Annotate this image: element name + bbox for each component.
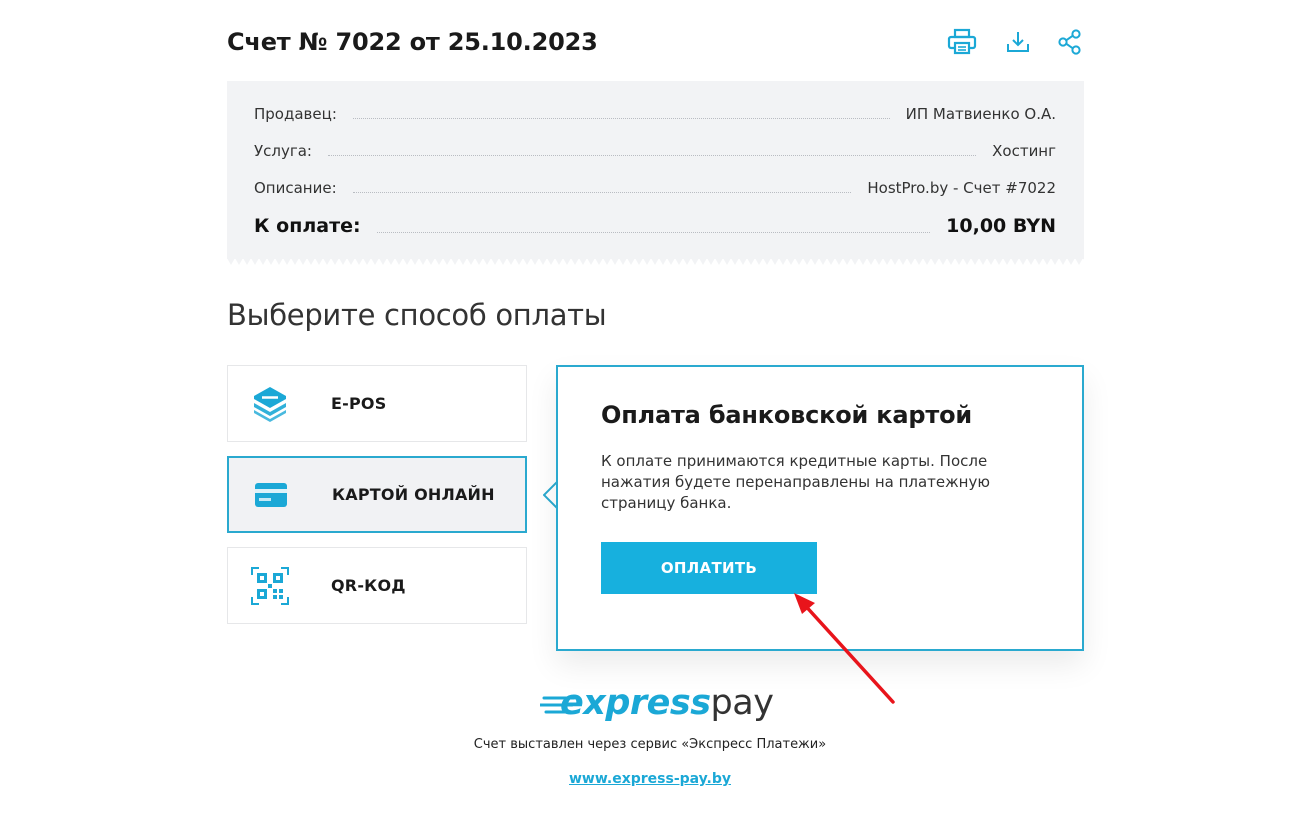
- method-qr-code[interactable]: QR-КОД: [227, 547, 527, 624]
- dotted-leader: [327, 155, 977, 156]
- total-value: 10,00 BYN: [946, 215, 1056, 237]
- download-icon: [1007, 32, 1029, 52]
- summary-row-total: К оплате: 10,00 BYN: [254, 211, 1056, 237]
- epos-icon: [250, 384, 290, 424]
- invoice-summary: Продавец: ИП Матвиенко О.А. Услуга: Хост…: [227, 81, 1084, 259]
- seller-label: Продавец:: [254, 105, 337, 123]
- qr-code-icon: [250, 566, 290, 606]
- service-caption: Счет выставлен через сервис «Экспресс Пл…: [473, 737, 827, 752]
- payment-method-heading: Выберите способ оплаты: [227, 298, 607, 332]
- panel-description: К оплате принимаются кредитные карты. По…: [601, 452, 990, 512]
- expresspay-logo: expresspay: [540, 683, 780, 727]
- panel-title: Оплата банковской картой: [601, 401, 972, 429]
- print-button[interactable]: [945, 26, 979, 58]
- description-value: HostPro.by - Счет #7022: [867, 179, 1056, 197]
- download-button[interactable]: [1001, 26, 1035, 58]
- summary-row-seller: Продавец: ИП Матвиенко О.А.: [254, 101, 1056, 123]
- method-card-online[interactable]: КАРТОЙ ОНЛАЙН: [227, 456, 527, 533]
- printer-icon: [947, 28, 977, 55]
- invoice-toolbar: [945, 26, 1085, 58]
- summary-row-service: Услуга: Хостинг: [254, 138, 1056, 160]
- seller-value: ИП Матвиенко О.А.: [905, 105, 1056, 123]
- total-label: К оплате:: [254, 215, 361, 237]
- site-link-wrapper: www.express-pay.by: [0, 771, 1300, 787]
- pay-button[interactable]: ОПЛАТИТЬ: [601, 542, 817, 594]
- share-icon: [1058, 29, 1081, 55]
- credit-card-icon: [251, 475, 291, 515]
- method-label-qr: QR-КОД: [331, 576, 406, 595]
- invoice-title: Счет № 7022 от 25.10.2023: [227, 28, 598, 56]
- site-link[interactable]: www.express-pay.by: [569, 771, 731, 787]
- service-value: Хостинг: [992, 142, 1056, 160]
- summary-row-description: Описание: HostPro.by - Счет #7022: [254, 175, 1056, 197]
- method-label-card: КАРТОЙ ОНЛАЙН: [332, 485, 495, 504]
- method-epos[interactable]: E-POS: [227, 365, 527, 442]
- card-payment-panel: Оплата банковской картой К оплате приним…: [556, 365, 1084, 651]
- share-button[interactable]: [1053, 26, 1087, 58]
- receipt-zigzag-edge: [227, 258, 1084, 265]
- logo-wordmark: expresspay: [560, 683, 774, 723]
- dotted-leader: [352, 192, 852, 193]
- service-label: Услуга:: [254, 142, 312, 160]
- logo-pay: pay: [710, 683, 774, 723]
- dotted-leader: [352, 118, 890, 119]
- logo-express: express: [560, 683, 711, 723]
- method-label-epos: E-POS: [331, 394, 387, 413]
- dotted-leader: [376, 232, 931, 233]
- description-label: Описание:: [254, 179, 337, 197]
